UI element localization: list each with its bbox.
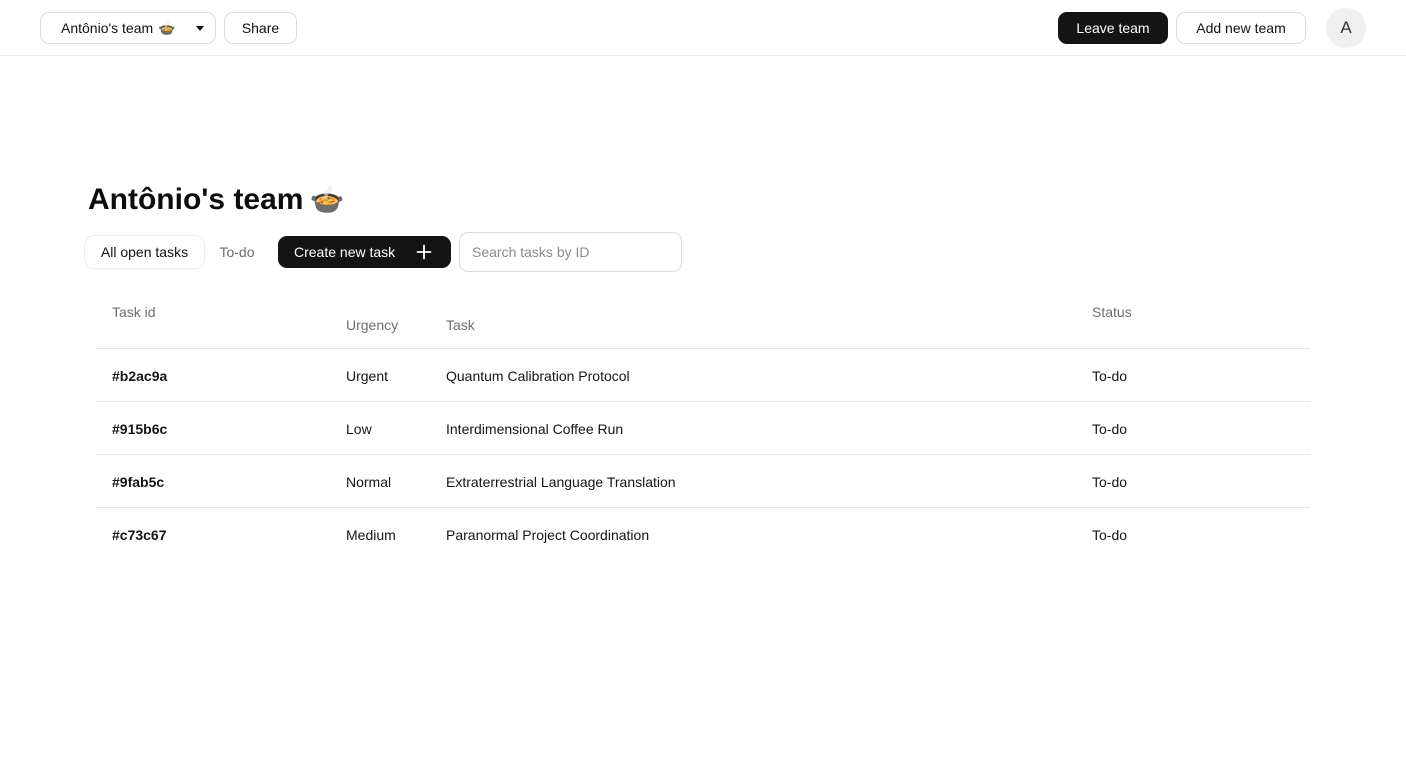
tasks-table: Task id Urgency Task Status #b2ac9a Urge… bbox=[96, 296, 1310, 561]
tab-all-open-tasks[interactable]: All open tasks bbox=[85, 236, 204, 268]
leave-team-button[interactable]: Leave team bbox=[1058, 12, 1168, 44]
team-emoji-icon: 🍲 bbox=[309, 184, 345, 215]
task-id-cell: #c73c67 bbox=[112, 527, 167, 543]
team-emoji-icon: 🍲 bbox=[158, 19, 176, 36]
add-new-team-button[interactable]: Add new team bbox=[1176, 12, 1306, 44]
team-select-label: Antônio's team bbox=[61, 20, 154, 36]
plus-icon bbox=[416, 244, 432, 260]
urgency-cell: Normal bbox=[346, 474, 392, 490]
urgency-cell: Medium bbox=[346, 527, 396, 543]
table-header: Task id Urgency Task Status bbox=[96, 296, 1310, 349]
urgency-cell: Urgent bbox=[346, 368, 389, 384]
task-name-cell: Extraterrestrial Language Translation bbox=[446, 474, 676, 490]
task-id-cell: #9fab5c bbox=[112, 474, 165, 490]
page-title: Antônio's team 🍲 bbox=[88, 183, 344, 217]
task-name-cell: Quantum Calibration Protocol bbox=[446, 368, 630, 384]
task-id-cell: #b2ac9a bbox=[112, 368, 168, 384]
status-cell: To-do bbox=[1092, 527, 1128, 543]
task-name-cell: Paranormal Project Coordination bbox=[446, 527, 650, 543]
task-id-cell: #915b6c bbox=[112, 421, 168, 437]
create-new-task-label: Create new task bbox=[294, 244, 396, 260]
create-new-task-button[interactable]: Create new task bbox=[278, 236, 451, 268]
team-select[interactable]: Antônio's team 🍲 bbox=[40, 12, 216, 44]
tab-to-do[interactable]: To-do bbox=[206, 236, 268, 268]
urgency-cell: Low bbox=[346, 421, 372, 437]
status-cell: To-do bbox=[1092, 368, 1128, 384]
avatar[interactable]: A bbox=[1326, 8, 1366, 48]
page-title-text: Antônio's team bbox=[88, 183, 304, 216]
column-header-urgency: Urgency bbox=[346, 317, 399, 333]
table-row[interactable]: #b2ac9a Urgent Quantum Calibration Proto… bbox=[96, 349, 1310, 402]
task-name-cell: Interdimensional Coffee Run bbox=[446, 421, 624, 437]
status-cell: To-do bbox=[1092, 474, 1128, 490]
column-header-task-id: Task id bbox=[112, 304, 156, 320]
table-row[interactable]: #c73c67 Medium Paranormal Project Coordi… bbox=[96, 508, 1310, 561]
status-cell: To-do bbox=[1092, 421, 1128, 437]
share-button[interactable]: Share bbox=[224, 12, 297, 44]
chevron-down-icon bbox=[196, 26, 204, 31]
search-input[interactable] bbox=[459, 232, 682, 272]
column-header-task: Task bbox=[446, 317, 475, 333]
top-bar: Antônio's team 🍲 Share Leave team Add ne… bbox=[0, 0, 1406, 56]
table-row[interactable]: #9fab5c Normal Extraterrestrial Language… bbox=[96, 455, 1310, 508]
table-row[interactable]: #915b6c Low Interdimensional Coffee Run … bbox=[96, 402, 1310, 455]
column-header-status: Status bbox=[1092, 304, 1132, 320]
